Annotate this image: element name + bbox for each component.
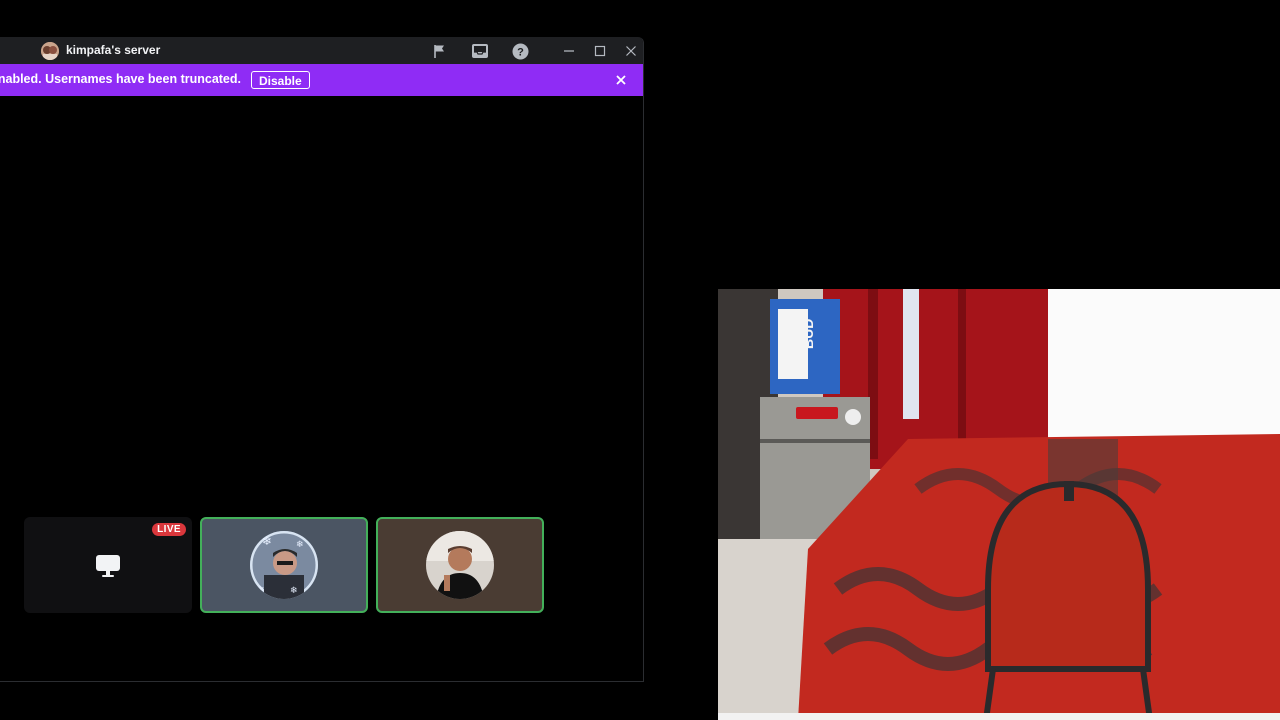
webcam-video-feed: BUD (718, 289, 1280, 720)
participant-tile-1[interactable]: ❄ ❄ ❄ ❄ (200, 517, 368, 613)
svg-text:?: ? (517, 46, 524, 58)
disable-button[interactable]: Disable (251, 71, 310, 89)
server-avatar (41, 42, 59, 60)
inbox-icon[interactable] (470, 41, 490, 61)
avatar (426, 531, 494, 599)
stream-tile[interactable]: LIVE (24, 517, 192, 613)
flag-icon[interactable] (430, 41, 450, 61)
svg-text:❄: ❄ (262, 534, 272, 548)
title-bar: kimpafa's server ? (0, 37, 643, 64)
discord-window: kimpafa's server ? abled. Usernames have… (0, 37, 644, 682)
svg-text:❄: ❄ (256, 585, 264, 596)
maximize-icon[interactable] (590, 41, 610, 61)
avatar: ❄ ❄ ❄ ❄ (250, 531, 318, 599)
svg-text:❄: ❄ (290, 586, 298, 596)
server-name: kimpafa's server (66, 43, 161, 57)
minimize-icon[interactable] (559, 41, 579, 61)
streamer-mode-notice: le is enabled. Usernames have been trunc… (0, 64, 643, 96)
svg-text:BUD: BUD (800, 319, 816, 349)
notice-close-icon[interactable] (613, 72, 629, 88)
monitor-icon (95, 553, 121, 584)
participant-tile-2[interactable] (376, 517, 544, 613)
help-icon[interactable]: ? (510, 41, 530, 61)
live-badge: LIVE (152, 523, 186, 536)
svg-text:❄: ❄ (296, 540, 304, 550)
notice-text: le is enabled. Usernames have been trunc… (0, 72, 241, 86)
close-icon[interactable] (621, 41, 641, 61)
